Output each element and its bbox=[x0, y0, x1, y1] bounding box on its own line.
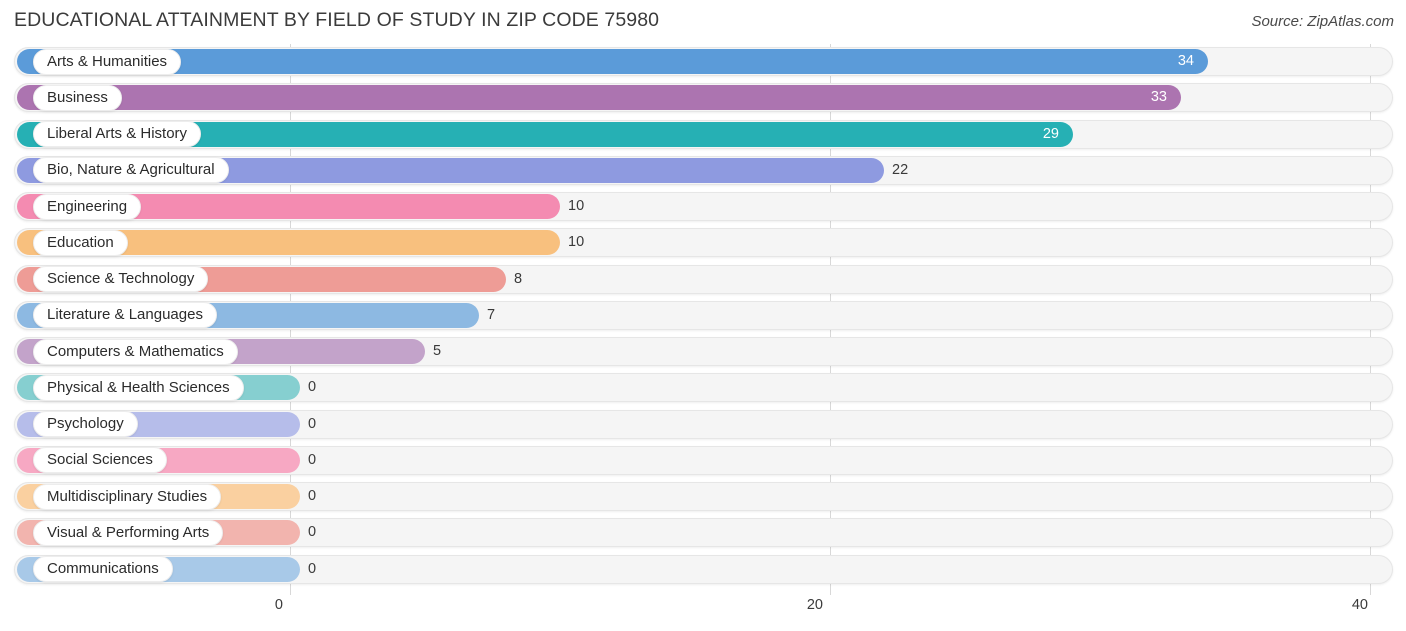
bar-value-label: 0 bbox=[308, 524, 317, 541]
x-tick-40: 40 bbox=[1351, 597, 1368, 613]
bar-value-label: 0 bbox=[308, 415, 317, 432]
bar-value-label: 0 bbox=[308, 379, 317, 396]
bar-value-label: 0 bbox=[308, 451, 317, 468]
bar[interactable]: 34 bbox=[17, 49, 1208, 74]
table-row[interactable]: 29 Liberal Arts & History bbox=[0, 117, 1406, 153]
table-row[interactable]: 34 Arts & Humanities bbox=[0, 44, 1406, 80]
x-axis: 0 20 40 bbox=[0, 595, 1406, 631]
x-tick-0: 0 bbox=[274, 597, 283, 613]
bar[interactable]: 33 bbox=[17, 85, 1181, 111]
bar-value-label: 29 bbox=[1042, 125, 1059, 142]
category-label[interactable]: Multidisciplinary Studies bbox=[33, 483, 222, 510]
table-row[interactable]: 5 Computers & Mathematics bbox=[0, 334, 1406, 370]
table-row[interactable]: 0 Multidisciplinary Studies bbox=[0, 479, 1406, 515]
category-label[interactable]: Visual & Performing Arts bbox=[33, 519, 224, 546]
bar-value-label: 33 bbox=[1150, 89, 1167, 106]
category-label[interactable]: Arts & Humanities bbox=[33, 48, 182, 75]
bar-value-label: 5 bbox=[433, 343, 442, 359]
chart-header: EDUCATIONAL ATTAINMENT BY FIELD OF STUDY… bbox=[0, 0, 1406, 44]
table-row[interactable]: 0 Physical & Health Sciences bbox=[0, 370, 1406, 406]
category-label[interactable]: Social Sciences bbox=[33, 447, 167, 474]
category-label[interactable]: Psychology bbox=[33, 411, 138, 437]
table-row[interactable]: 10 Education bbox=[0, 225, 1406, 261]
category-label[interactable]: Communications bbox=[33, 556, 173, 582]
table-row[interactable]: 10 Engineering bbox=[0, 189, 1406, 225]
table-row[interactable]: 8 Science & Technology bbox=[0, 262, 1406, 298]
category-label[interactable]: Bio, Nature & Agricultural bbox=[33, 157, 229, 184]
table-row[interactable]: 7 Literature & Languages bbox=[0, 298, 1406, 334]
category-label[interactable]: Education bbox=[33, 229, 128, 256]
category-label[interactable]: Computers & Mathematics bbox=[33, 338, 238, 365]
page-title: EDUCATIONAL ATTAINMENT BY FIELD OF STUDY… bbox=[14, 9, 660, 31]
category-label[interactable]: Liberal Arts & History bbox=[33, 121, 202, 147]
bar-value-label: 0 bbox=[308, 488, 317, 504]
table-row[interactable]: 0 Social Sciences bbox=[0, 443, 1406, 479]
category-label[interactable]: Physical & Health Sciences bbox=[33, 374, 244, 401]
table-row[interactable]: 33 Business bbox=[0, 80, 1406, 116]
bar-value-label: 7 bbox=[487, 306, 496, 323]
bar-value-label: 8 bbox=[514, 270, 523, 287]
category-label[interactable]: Science & Technology bbox=[33, 266, 209, 292]
bar-value-label: 34 bbox=[1177, 53, 1194, 69]
source-attribution: Source: ZipAtlas.com bbox=[1251, 13, 1394, 30]
table-row[interactable]: 0 Psychology bbox=[0, 407, 1406, 443]
x-tick-20: 20 bbox=[806, 597, 823, 613]
table-row[interactable]: 0 Visual & Performing Arts bbox=[0, 515, 1406, 551]
category-label[interactable]: Business bbox=[33, 84, 122, 111]
table-row[interactable]: 22 Bio, Nature & Agricultural bbox=[0, 153, 1406, 189]
bar-value-label: 10 bbox=[568, 234, 585, 251]
chart-plot-area: 34 Arts & Humanities 33 Business 29 Liberal A… bbox=[0, 44, 1406, 595]
bar-value-label: 10 bbox=[568, 198, 585, 214]
category-label[interactable]: Literature & Languages bbox=[33, 302, 217, 329]
bar-value-label: 0 bbox=[308, 560, 317, 577]
bar-value-label: 22 bbox=[892, 161, 909, 178]
table-row[interactable]: 0 Communications bbox=[0, 552, 1406, 588]
category-label[interactable]: Engineering bbox=[33, 193, 142, 220]
